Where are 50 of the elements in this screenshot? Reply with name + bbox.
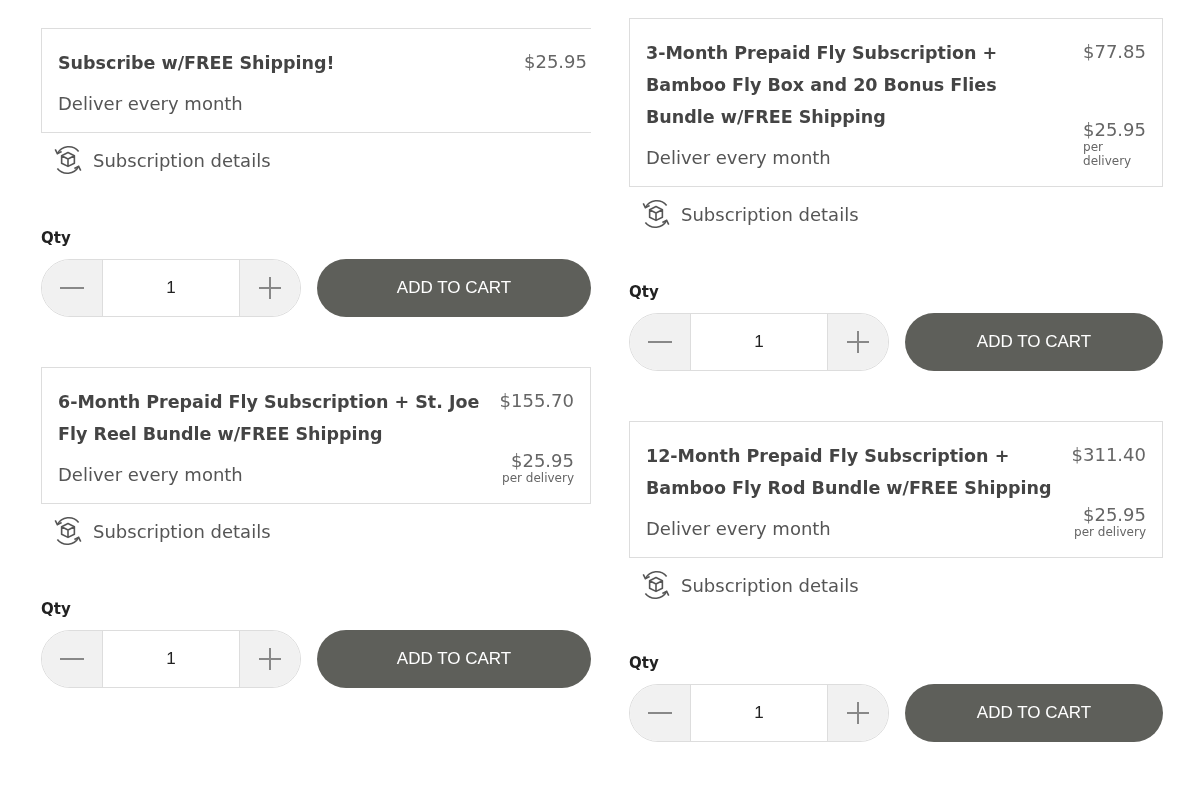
delivery-frequency: Deliver every month (58, 464, 244, 485)
per-delivery-price: $25.95 (1083, 504, 1146, 525)
minus-icon (648, 341, 672, 343)
increase-button[interactable] (828, 685, 888, 741)
quantity-field[interactable]: 1 (690, 314, 828, 370)
quantity-field[interactable]: 1 (690, 685, 828, 741)
per-delivery-label: per delivery (502, 471, 574, 485)
add-to-cart-button[interactable]: ADD TO CART (317, 259, 591, 317)
qty-label: Qty (41, 229, 71, 247)
product-title: Subscribe w/FREE Shipping! (58, 52, 335, 75)
subscription-option-card[interactable]: 12-Month Prepaid Fly Subscription + Bamboo Fly Rod Bundle w/FREE Shipping Deliver every month $311.40 $25.95 per delivery (629, 421, 1163, 558)
product-title: 6-Month Prepaid Fly Subscription + St. Joe Fly Reel Bundle w/FREE Shipping (58, 391, 481, 446)
price: $155.70 (499, 390, 574, 411)
subscription-option-card[interactable]: 3-Month Prepaid Fly Subscription + Bamboo Fly Box and 20 Bonus Flies Bundle w/FREE Shipping Deliver every month $77.85 $25.95 per delivery (629, 18, 1163, 187)
subscription-details-link[interactable]: Subscription details (93, 149, 271, 171)
qty-label: Qty (629, 283, 659, 301)
price: $25.95 (524, 51, 587, 72)
product-title: 3-Month Prepaid Fly Subscription + Bamboo Fly Box and 20 Bonus Flies Bundle w/FREE Shipping (646, 42, 999, 129)
quantity-field[interactable]: 1 (102, 260, 240, 316)
increase-button[interactable] (240, 260, 300, 316)
product-title: 12-Month Prepaid Fly Subscription + Bamboo Fly Rod Bundle w/FREE Shipping (646, 445, 1053, 500)
subscription-details-link[interactable]: Subscription details (681, 203, 859, 225)
increase-button[interactable] (240, 631, 300, 687)
per-delivery-price: $25.95 (1083, 119, 1146, 140)
plus-icon (847, 331, 869, 353)
qty-label: Qty (629, 654, 659, 672)
subscription-option-card[interactable]: 6-Month Prepaid Fly Subscription + St. Joe Fly Reel Bundle w/FREE Shipping Deliver every month $155.70 $25.95 per delivery (41, 367, 591, 504)
plus-icon (847, 702, 869, 724)
delivery-frequency: Deliver every month (646, 518, 832, 539)
increase-button[interactable] (828, 314, 888, 370)
subscription-option-card[interactable]: Subscribe w/FREE Shipping! Deliver every month $25.95 (41, 28, 591, 133)
delivery-frequency: Deliver every month (646, 147, 832, 168)
per-delivery-label: per delivery (1083, 140, 1133, 168)
per-delivery-price: $25.95 (511, 450, 574, 471)
add-to-cart-button[interactable]: ADD TO CART (905, 313, 1163, 371)
price: $77.85 (1083, 41, 1146, 62)
subscription-details-link[interactable]: Subscription details (681, 574, 859, 596)
plus-icon (259, 277, 281, 299)
per-delivery-label: per delivery (1074, 525, 1146, 539)
quantity-field[interactable]: 1 (102, 631, 240, 687)
qty-label: Qty (41, 600, 71, 618)
minus-icon (60, 658, 84, 660)
minus-icon (60, 287, 84, 289)
add-to-cart-button[interactable]: ADD TO CART (905, 684, 1163, 742)
minus-icon (648, 712, 672, 714)
delivery-frequency: Deliver every month (58, 93, 244, 114)
add-to-cart-button[interactable]: ADD TO CART (317, 630, 591, 688)
subscription-details-link[interactable]: Subscription details (93, 520, 271, 542)
plus-icon (259, 648, 281, 670)
price: $311.40 (1071, 444, 1146, 465)
